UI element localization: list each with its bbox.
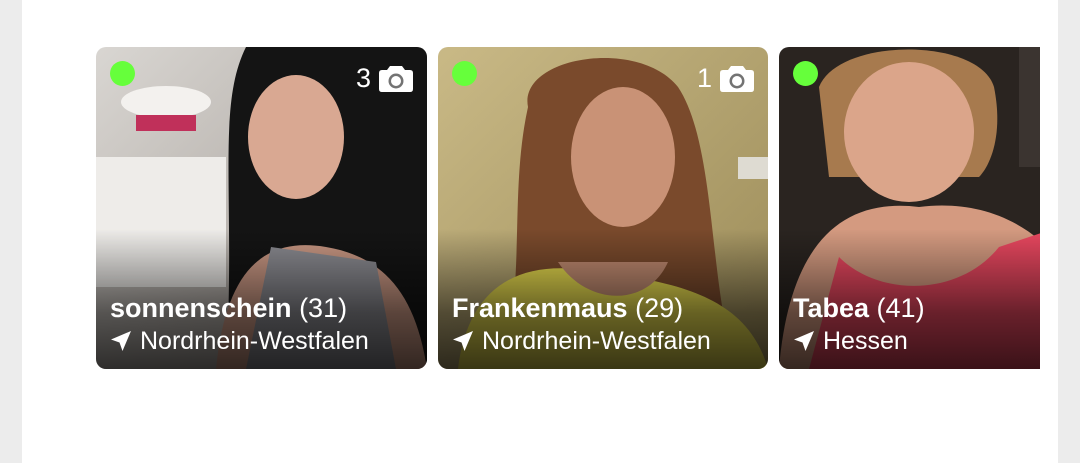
profile-carousel[interactable]: 3 sonnenschein (31) Nordrhein-Westfalen [96,47,1040,369]
photo-count-value: 3 [355,63,371,93]
card-caption: sonnenschein (31) Nordrhein-Westfalen [110,291,417,357]
name-line: Frankenmaus (29) [452,291,758,325]
profile-location: Nordrhein-Westfalen [140,327,369,355]
profile-age: (41) [876,293,925,323]
profile-age: (29) [635,293,684,323]
camera-icon [720,66,754,92]
card-caption: Tabea (41) Hessen [793,291,1040,357]
online-status-dot [110,61,135,86]
online-status-dot [452,61,477,86]
location-line: Nordrhein-Westfalen [452,325,758,357]
photo-count: 1 [697,63,754,93]
content-panel: 3 sonnenschein (31) Nordrhein-Westfalen [22,0,1058,463]
location-arrow-icon [111,331,131,351]
profile-card[interactable]: Tabea (41) Hessen [779,47,1040,369]
camera-icon [379,66,413,92]
profile-name: Frankenmaus [452,293,628,323]
card-caption: Frankenmaus (29) Nordrhein-Westfalen [452,291,758,357]
online-status-dot [793,61,818,86]
name-line: sonnenschein (31) [110,291,417,325]
location-arrow-icon [453,331,473,351]
photo-count-value: 1 [696,63,712,93]
profile-location: Nordrhein-Westfalen [482,327,711,355]
location-line: Nordrhein-Westfalen [110,325,417,357]
photo-count: 3 [356,63,413,93]
profile-location: Hessen [823,327,908,355]
name-line: Tabea (41) [793,291,1040,325]
profile-name: sonnenschein [110,293,292,323]
profile-age: (31) [299,293,348,323]
profile-card[interactable]: 1 Frankenmaus (29) Nordrhein-Westfalen [438,47,768,369]
location-arrow-icon [794,331,814,351]
profile-card[interactable]: 3 sonnenschein (31) Nordrhein-Westfalen [96,47,427,369]
location-line: Hessen [793,325,1040,357]
profile-name: Tabea [793,293,870,323]
